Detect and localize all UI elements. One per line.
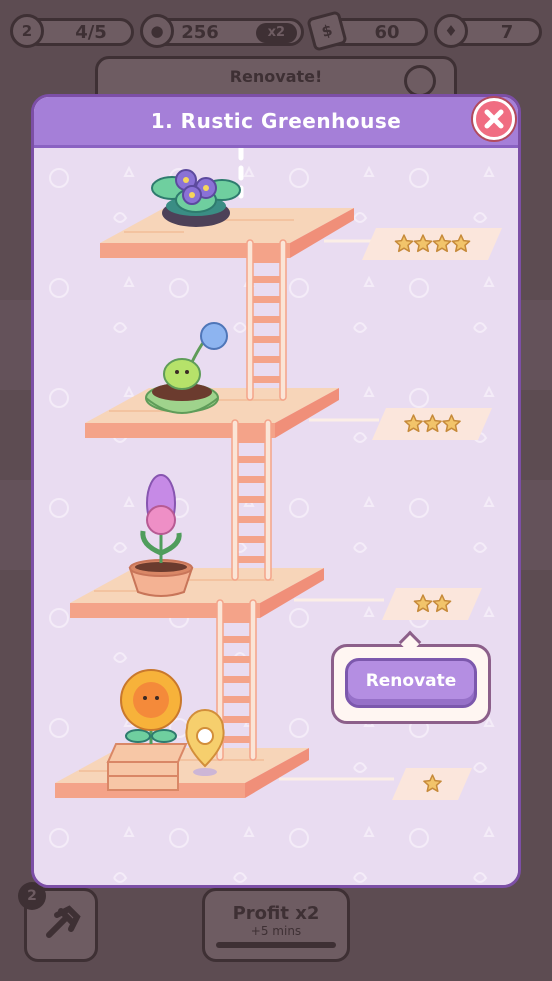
coin-icon: ●: [140, 14, 174, 48]
cash-value: 60: [374, 21, 400, 43]
star-tag-background: [362, 228, 502, 260]
greenhouse-modal: 1. Rustic Greenhouse: [31, 94, 521, 888]
star-rating-level-3: [382, 588, 482, 620]
profit-subtitle: +5 mins: [250, 924, 302, 938]
level-icon: 2: [10, 14, 44, 48]
level-progress-text: 4/5: [75, 21, 107, 43]
star-tag-background: [382, 588, 482, 620]
bg-tab-icon: [404, 65, 436, 97]
profit-progress-bar: [216, 942, 336, 948]
close-button[interactable]: [473, 98, 515, 140]
profit-boost-button[interactable]: Profit x2 +5 mins: [202, 888, 350, 962]
modal-body: [34, 148, 518, 885]
renovate-button[interactable]: Renovate: [345, 658, 477, 708]
star-rating-level-1: [362, 228, 502, 260]
star-rating-level-4: [392, 768, 472, 800]
close-icon: [484, 109, 504, 129]
coins-multiplier-badge: x2: [255, 23, 297, 43]
gem-icon: ♦: [434, 14, 468, 48]
profit-title: Profit x2: [232, 903, 320, 924]
level-number: 2: [21, 22, 33, 40]
top-hud: 4/5 2 256 x2 ● 60 $ 7 ♦: [10, 10, 542, 52]
gems-value: 7: [500, 21, 514, 43]
coins-value: 256: [181, 21, 219, 43]
modal-title: 1. Rustic Greenhouse: [150, 109, 402, 133]
star-rating-level-2: [372, 408, 492, 440]
renovate-button-label: Renovate: [365, 671, 457, 691]
bottom-bar: Profit x2 +5 mins: [0, 880, 552, 981]
bg-renovate-tab-label: Renovate!: [229, 67, 323, 86]
modal-header: 1. Rustic Greenhouse: [34, 97, 518, 148]
